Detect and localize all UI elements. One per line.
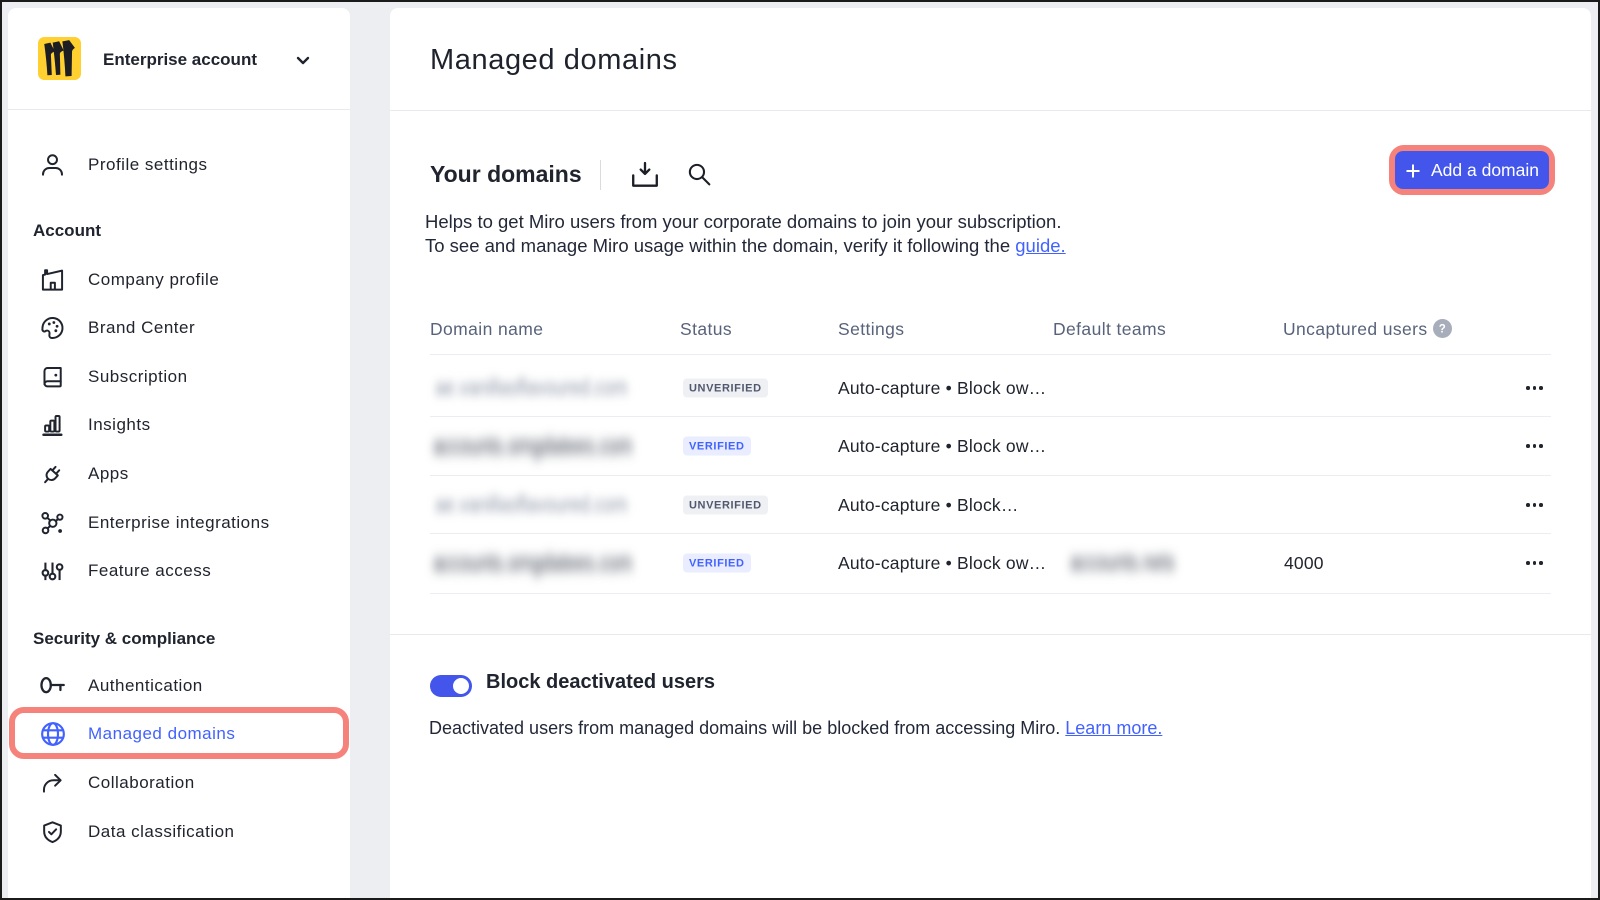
svg-text:?: ? <box>1439 324 1446 336</box>
